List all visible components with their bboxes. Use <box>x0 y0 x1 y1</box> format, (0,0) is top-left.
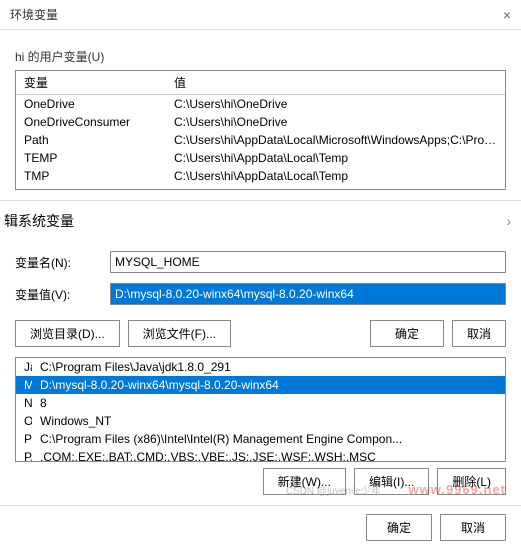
dialog-title: 环境变量 <box>10 6 58 23</box>
col-header-name[interactable]: 变量 <box>16 71 166 95</box>
edit-cancel-button[interactable]: 取消 <box>452 320 506 347</box>
col-header-value[interactable]: 值 <box>166 71 505 95</box>
edit-ok-button[interactable]: 确定 <box>370 320 444 347</box>
cancel-button[interactable]: 取消 <box>440 514 506 541</box>
table-row[interactable]: OSWindows_NT <box>16 412 505 430</box>
title-bar: 环境变量 × <box>0 0 521 30</box>
close-icon[interactable]: × <box>503 7 511 23</box>
table-row[interactable]: PathC:\Program Files (x86)\Intel\Intel(R… <box>16 430 505 448</box>
new-button[interactable]: 新建(W)... <box>263 468 346 495</box>
var-value-label: 变量值(V): <box>15 286 110 303</box>
edit-button[interactable]: 编辑(I)... <box>354 468 429 495</box>
chevron-right-icon: › <box>506 213 511 229</box>
table-row[interactable]: PathC:\Users\hi\AppData\Local\Microsoft\… <box>16 131 505 149</box>
var-name-label: 变量名(N): <box>15 254 110 271</box>
table-row[interactable]: OneDriveConsumerC:\Users\hi\OneDrive <box>16 113 505 131</box>
var-name-input[interactable] <box>110 251 506 273</box>
table-row[interactable]: Java_homeC:\Program Files\Java\jdk1.8.0_… <box>16 358 505 376</box>
user-vars-table[interactable]: 变量 值 OneDriveC:\Users\hi\OneDriveOneDriv… <box>15 70 506 190</box>
table-row[interactable]: MYSQL_HOMED:\mysql-8.0.20-winx64\mysql-8… <box>16 376 505 394</box>
ok-button[interactable]: 确定 <box>366 514 432 541</box>
table-row[interactable]: NUMBER_OF_PROCESSORS8 <box>16 394 505 412</box>
system-vars-table[interactable]: Java_homeC:\Program Files\Java\jdk1.8.0_… <box>15 357 506 462</box>
edit-dialog-title: 辑系统变量 <box>4 211 74 231</box>
table-row[interactable]: TMPC:\Users\hi\AppData\Local\Temp <box>16 167 505 185</box>
browse-file-button[interactable]: 浏览文件(F)... <box>128 320 231 347</box>
table-row[interactable]: TEMPC:\Users\hi\AppData\Local\Temp <box>16 149 505 167</box>
var-value-input[interactable] <box>110 283 506 305</box>
table-row[interactable]: PATHEXT.COM;.EXE;.BAT;.CMD;.VBS;.VBE;.JS… <box>16 448 505 462</box>
table-row[interactable]: OneDriveC:\Users\hi\OneDrive <box>16 95 505 114</box>
user-vars-label: hi 的用户变量(U) <box>15 48 506 65</box>
browse-dir-button[interactable]: 浏览目录(D)... <box>15 320 120 347</box>
delete-button[interactable]: 删除(L) <box>437 468 506 495</box>
